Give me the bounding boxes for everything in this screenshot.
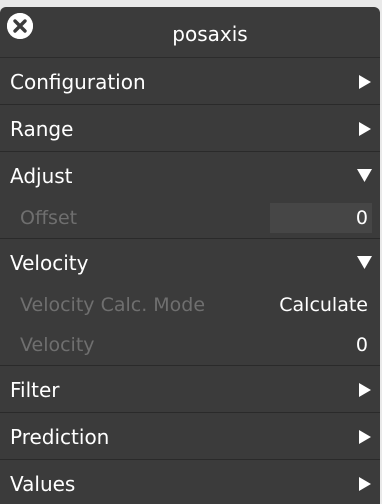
velocity-calc-mode-value[interactable]: Calculate xyxy=(279,294,368,316)
expanded-arrow-icon xyxy=(357,256,372,269)
section-label: Filter xyxy=(10,378,60,402)
collapsed-arrow-icon xyxy=(359,383,371,397)
velocity-calc-mode-row[interactable]: Velocity Calc. Mode Calculate xyxy=(0,285,380,325)
collapsed-arrow-icon xyxy=(359,477,371,491)
section-label: Configuration xyxy=(10,70,146,94)
velocity-value: 0 xyxy=(355,334,368,356)
section-prediction[interactable]: Prediction xyxy=(0,413,380,460)
section-label: Values xyxy=(10,472,76,496)
velocity-calc-mode-label: Velocity Calc. Mode xyxy=(20,294,206,316)
section-label: Velocity xyxy=(10,251,89,275)
section-filter[interactable]: Filter xyxy=(0,366,380,413)
offset-label: Offset xyxy=(20,207,78,229)
section-label: Prediction xyxy=(10,425,110,449)
velocity-label: Velocity xyxy=(20,334,95,356)
title-bar: posaxis xyxy=(0,7,380,58)
section-label: Range xyxy=(10,117,74,141)
section-range[interactable]: Range xyxy=(0,105,380,152)
offset-row: Offset 0 xyxy=(0,198,380,239)
section-adjust[interactable]: Adjust xyxy=(0,152,380,198)
section-configuration[interactable]: Configuration xyxy=(0,58,380,105)
collapsed-arrow-icon xyxy=(359,75,371,89)
close-button[interactable] xyxy=(7,13,33,39)
panel-title: posaxis xyxy=(172,22,248,46)
property-panel: posaxis Configuration Range Adjust Offse… xyxy=(0,7,380,504)
velocity-row: Velocity 0 xyxy=(0,325,380,366)
expanded-arrow-icon xyxy=(357,169,372,182)
section-velocity[interactable]: Velocity xyxy=(0,239,380,285)
section-label: Adjust xyxy=(10,164,73,188)
close-icon xyxy=(7,13,33,39)
section-values[interactable]: Values xyxy=(0,460,380,504)
offset-input[interactable]: 0 xyxy=(270,203,372,233)
collapsed-arrow-icon xyxy=(359,430,371,444)
offset-value: 0 xyxy=(355,207,368,229)
collapsed-arrow-icon xyxy=(359,122,371,136)
